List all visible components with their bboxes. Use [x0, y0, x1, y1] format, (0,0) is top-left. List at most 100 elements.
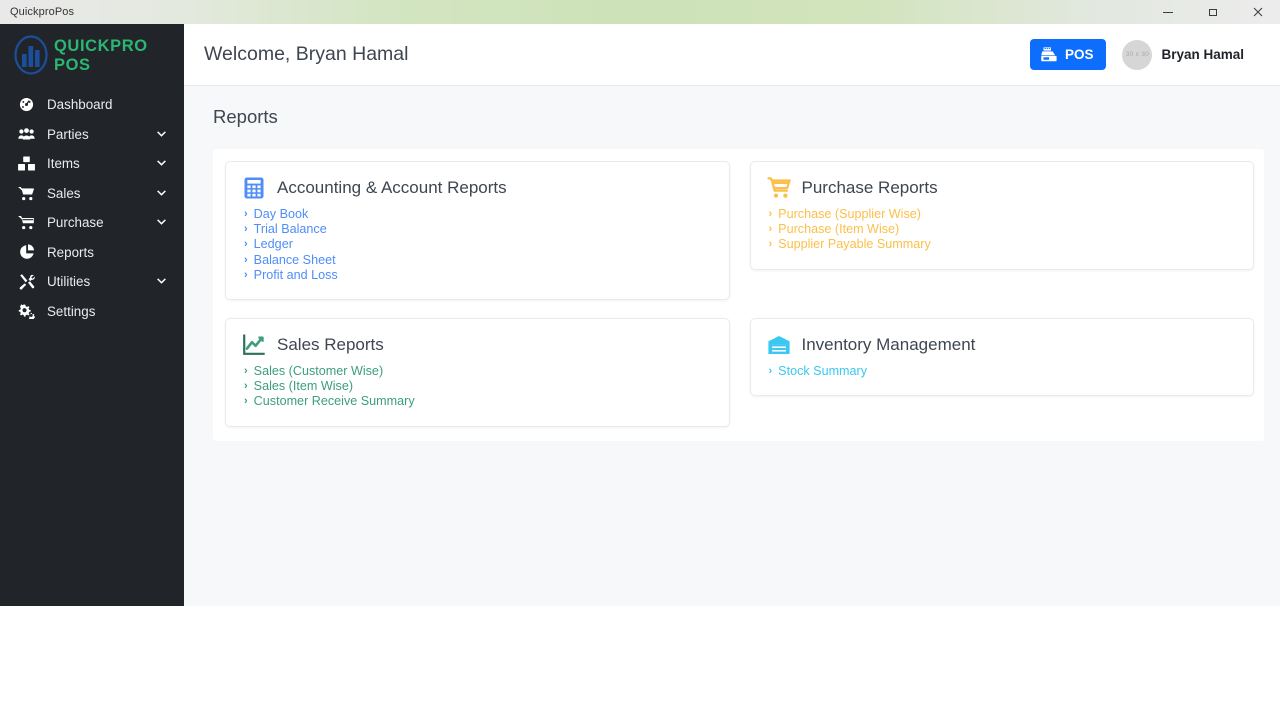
window-titlebar: QuickproPos: [0, 0, 1280, 24]
page-title: Reports: [213, 106, 278, 127]
card-inventory-management: Inventory Management › Stock Summary: [749, 318, 1254, 397]
boxes-icon: [18, 156, 35, 171]
card-title: Inventory Management: [801, 335, 976, 355]
report-link-label: Purchase (Item Wise): [778, 222, 900, 237]
cart-icon: [18, 186, 35, 201]
pos-button-label: POS: [1064, 47, 1094, 62]
report-link-label: Purchase (Supplier Wise): [778, 207, 921, 221]
sidebar-item-items[interactable]: Items: [0, 149, 184, 179]
pos-button[interactable]: POS: [1029, 39, 1107, 70]
sidebar-item-settings[interactable]: Settings: [0, 297, 184, 327]
chevron-right-icon: ›: [244, 365, 248, 378]
report-link-label: Profit and Loss: [253, 267, 338, 282]
chevron-down-icon[interactable]: [156, 131, 167, 138]
brand-text: QUICKPRO POS: [54, 37, 148, 74]
topbar: Welcome, Bryan Hamal POS 30 x 30 Bryan H…: [184, 24, 1280, 86]
chevron-right-icon: ›: [244, 253, 248, 266]
card-header: Sales Reports: [242, 333, 713, 357]
cart-alt-icon: [18, 215, 35, 230]
report-link-customer-receive-summary[interactable]: › Customer Receive Summary: [242, 394, 713, 409]
chevron-down-icon[interactable]: [156, 219, 167, 226]
chevron-down-icon[interactable]: [156, 278, 167, 285]
report-link-stock-summary[interactable]: › Stock Summary: [767, 364, 1238, 379]
chevron-right-icon: ›: [244, 395, 248, 408]
user-menu[interactable]: 30 x 30 Bryan Hamal: [1122, 39, 1244, 70]
pie-chart-icon: [18, 244, 35, 260]
reports-grid: Accounting & Account Reports › Day Book …: [225, 161, 1254, 427]
report-link-label: Customer Receive Summary: [253, 394, 415, 409]
report-link-sales-customer-wise[interactable]: › Sales (Customer Wise): [242, 364, 713, 379]
card-purchase-reports: Purchase Reports › Purchase (Supplier Wi…: [749, 161, 1254, 270]
report-link-day-book[interactable]: › Day Book: [242, 207, 713, 222]
dashboard-icon: [18, 97, 35, 112]
restore-icon[interactable]: [1190, 0, 1235, 24]
cash-register-icon: [1041, 47, 1057, 62]
report-link-purchase-item-wise[interactable]: › Purchase (Item Wise): [767, 222, 1238, 237]
warehouse-icon: [767, 333, 791, 357]
report-link-label: Ledger: [253, 237, 293, 252]
chevron-right-icon: ›: [244, 380, 248, 393]
card-title: Accounting & Account Reports: [277, 178, 507, 197]
application-window: QUICKPRO POS Dashboard Parties Items Sal…: [0, 24, 1280, 606]
sidebar-item-reports[interactable]: Reports: [0, 238, 184, 268]
chevron-down-icon[interactable]: [156, 160, 167, 167]
report-link-label: Balance Sheet: [253, 252, 336, 267]
cogs-icon: [18, 304, 35, 319]
sidebar-item-label: Settings: [47, 303, 96, 319]
sidebar-item-label: Parties: [47, 126, 89, 142]
card-title: Purchase Reports: [801, 178, 938, 197]
card-header: Accounting & Account Reports: [242, 176, 713, 200]
chevron-right-icon: ›: [244, 223, 248, 236]
chevron-right-icon: ›: [768, 223, 773, 236]
report-link-balance-sheet[interactable]: › Balance Sheet: [242, 253, 713, 268]
sidebar-item-label: Items: [47, 156, 80, 172]
welcome-heading: Welcome, Bryan Hamal: [204, 43, 409, 65]
sidebar-item-dashboard[interactable]: Dashboard: [0, 90, 184, 120]
reports-panel: Accounting & Account Reports › Day Book …: [213, 149, 1264, 441]
report-link-label: Sales (Item Wise): [253, 379, 354, 394]
sidebar-item-sales[interactable]: Sales: [0, 179, 184, 209]
report-link-label: Stock Summary: [778, 364, 868, 379]
chevron-right-icon: ›: [768, 238, 773, 251]
sidebar-item-label: Sales: [47, 185, 81, 201]
users-icon: [18, 127, 35, 141]
report-link-list: › Stock Summary: [767, 364, 1238, 379]
card-header: Purchase Reports: [767, 176, 1238, 200]
sidebar-item-parties[interactable]: Parties: [0, 120, 184, 150]
sidebar-item-label: Purchase: [47, 215, 104, 231]
window-title: QuickproPos: [10, 6, 75, 18]
chevron-right-icon: ›: [244, 208, 248, 220]
report-link-profit-and-loss[interactable]: › Profit and Loss: [242, 268, 713, 283]
report-link-purchase-supplier-wise[interactable]: › Purchase (Supplier Wise): [767, 207, 1238, 222]
tools-icon: [18, 273, 35, 290]
chevron-right-icon: ›: [244, 268, 248, 281]
page-content: Reports Accounting & Account Reports › D…: [184, 86, 1280, 606]
report-link-label: Supplier Payable Summary: [778, 237, 931, 252]
report-link-supplier-payable-summary[interactable]: › Supplier Payable Summary: [767, 237, 1238, 252]
sidebar-item-purchase[interactable]: Purchase: [0, 208, 184, 238]
report-link-trial-balance[interactable]: › Trial Balance: [242, 222, 713, 237]
minimize-icon[interactable]: [1145, 0, 1190, 24]
report-link-sales-item-wise[interactable]: › Sales (Item Wise): [242, 379, 713, 394]
report-link-list: › Day Book › Trial Balance › Ledger › Ba…: [242, 207, 713, 283]
chart-line-icon: [242, 333, 266, 357]
card-title: Sales Reports: [277, 335, 384, 355]
close-icon[interactable]: [1235, 0, 1280, 24]
card-accounting-reports: Accounting & Account Reports › Day Book …: [225, 161, 730, 301]
shopping-cart-icon: [767, 176, 791, 200]
report-link-list: › Purchase (Supplier Wise) › Purchase (I…: [767, 207, 1238, 253]
brand-logo[interactable]: QUICKPRO POS: [0, 28, 184, 84]
sidebar-nav: Dashboard Parties Items Sales Purchase R…: [0, 90, 184, 326]
user-name: Bryan Hamal: [1161, 47, 1244, 62]
report-link-ledger[interactable]: › Ledger: [242, 237, 713, 252]
sidebar: QUICKPRO POS Dashboard Parties Items Sal…: [0, 24, 184, 606]
sidebar-item-label: Dashboard: [47, 97, 113, 113]
avatar: 30 x 30: [1122, 39, 1153, 70]
chevron-down-icon[interactable]: [156, 190, 167, 197]
sidebar-item-label: Reports: [47, 244, 94, 260]
sidebar-item-utilities[interactable]: Utilities: [0, 267, 184, 297]
card-header: Inventory Management: [767, 333, 1238, 357]
report-link-label: Sales (Customer Wise): [253, 364, 384, 379]
quickpro-logo-icon: [12, 34, 52, 78]
report-link-label: Day Book: [253, 207, 309, 221]
